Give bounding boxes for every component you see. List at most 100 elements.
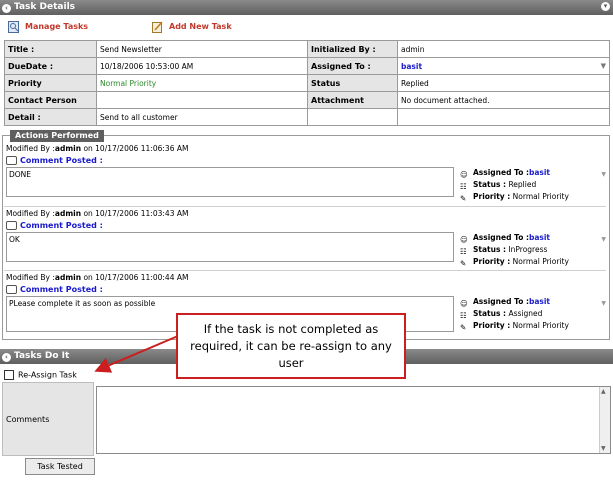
scrollbar[interactable]: ▲ ▼	[599, 387, 610, 453]
assigned-line: ☺ Assigned To :basit	[460, 167, 608, 179]
assigned-label: Assigned To :	[473, 297, 529, 306]
comment-posted-label: Comment Posted :	[6, 156, 103, 165]
reassign-task-label: Re-Assign Task	[18, 370, 77, 380]
status-label: Status :	[473, 245, 507, 254]
add-task-icon	[152, 21, 163, 33]
modified-by-line: Modified By :admin on 10/17/2006 11:06:3…	[6, 144, 188, 153]
comment-posted-label: Comment Posted :	[6, 221, 103, 230]
priority-line: ✎ Priority : Normal Priority	[460, 320, 608, 332]
divider	[4, 206, 606, 207]
toolbar: Manage Tasks Add New Task	[0, 18, 613, 38]
task-details-table: Title : Send Newsletter Initialized By :…	[4, 40, 610, 126]
status-value: Replied	[508, 180, 537, 189]
modified-by-label: Modified By :	[6, 273, 55, 282]
table-row: DueDate : 10/18/2006 10:53:00 AM Assigne…	[4, 57, 610, 75]
initialized-by-value: admin	[397, 40, 610, 58]
scroll-up-icon[interactable]: ▲	[601, 388, 606, 395]
manage-tasks-button[interactable]: Manage Tasks	[8, 20, 88, 34]
modified-by-label: Modified By :	[6, 144, 55, 153]
comment-icon	[6, 156, 17, 165]
assigned-line: ☺ Assigned To :basit	[460, 296, 608, 308]
scroll-arrow-icon[interactable]: ▼	[601, 300, 606, 307]
assigned-to-value[interactable]: basit	[401, 62, 422, 71]
priority-icon: ✎	[460, 193, 467, 203]
duedate-label: DueDate :	[4, 57, 97, 75]
duedate-value: 10/18/2006 10:53:00 AM	[96, 57, 308, 75]
comment-icon	[6, 221, 17, 230]
comment-box: DONE	[6, 167, 454, 197]
priority-line: ✎ Priority : Normal Priority	[460, 191, 608, 203]
task-tested-button[interactable]: Task Tested	[25, 458, 95, 475]
status-value: Assigned	[508, 309, 543, 318]
priority-label: Priority :	[473, 192, 511, 201]
reassign-task-checkbox-row[interactable]: Re-Assign Task	[4, 370, 77, 380]
status-line: ☷ Status : InProgress	[460, 244, 608, 256]
scroll-arrow-icon[interactable]: ▼	[601, 171, 606, 178]
close-icon[interactable]: ▾	[601, 2, 610, 11]
priority-label: Priority	[4, 74, 97, 92]
priority-line: ✎ Priority : Normal Priority	[460, 256, 608, 268]
chevron-down-icon[interactable]: ▼	[601, 62, 606, 70]
comment-posted-text: Comment Posted :	[20, 285, 103, 294]
modified-by-label: Modified By :	[6, 209, 55, 218]
manage-tasks-icon	[8, 20, 19, 33]
status-label: Status	[307, 74, 398, 92]
comment-posted-text: Comment Posted :	[20, 221, 103, 230]
assigned-value: basit	[528, 233, 551, 242]
priority-value: Normal Priority	[512, 257, 569, 266]
table-row: Title : Send Newsletter Initialized By :…	[4, 40, 610, 58]
collapse-icon[interactable]: ‹	[2, 353, 11, 362]
bottom-strip	[0, 478, 613, 490]
assigned-label: Assigned To :	[473, 233, 529, 242]
reassign-task-checkbox[interactable]	[4, 370, 14, 380]
comment-posted-label: Comment Posted :	[6, 285, 103, 294]
user-icon: ☺	[460, 234, 468, 244]
empty-cell	[397, 108, 610, 126]
tasks-do-it-title: Tasks Do It	[14, 351, 70, 361]
priority-icon: ✎	[460, 258, 467, 268]
modified-on: on 10/17/2006 11:00:44 AM	[83, 273, 189, 282]
assigned-label: Assigned To :	[473, 168, 529, 177]
scroll-arrow-icon[interactable]: ▼	[601, 236, 606, 243]
collapse-icon[interactable]: ‹	[2, 4, 11, 13]
status-icon: ☷	[460, 310, 467, 320]
status-label: Status :	[473, 180, 507, 189]
scroll-down-icon[interactable]: ▼	[601, 445, 606, 452]
modified-by-user: admin	[54, 144, 82, 153]
title-value: Send Newsletter	[96, 40, 308, 58]
task-details-title: Task Details	[14, 2, 76, 12]
modified-by-user: admin	[54, 209, 82, 218]
modified-by-line: Modified By :admin on 10/17/2006 11:03:4…	[6, 209, 188, 218]
assigned-line: ☺ Assigned To :basit	[460, 232, 608, 244]
table-row: Contact Person Attachment No document at…	[4, 91, 610, 109]
priority-label: Priority :	[473, 321, 511, 330]
actions-performed-legend: Actions Performed	[10, 130, 104, 142]
modified-by-user: admin	[54, 273, 82, 282]
status-line: ☷ Status : Assigned	[460, 308, 608, 320]
user-icon: ☺	[460, 298, 468, 308]
assigned-to-label: Assigned To :	[307, 57, 398, 75]
user-icon: ☺	[460, 169, 468, 179]
comments-textarea[interactable]: ▲ ▼	[96, 386, 611, 454]
annotation-callout: If the task is not completed as required…	[176, 313, 406, 379]
priority-value: Normal Priority	[96, 74, 308, 92]
assigned-value: basit	[528, 297, 551, 306]
action-meta: ☺ Assigned To :basit ☷ Status : InProgress…	[460, 232, 608, 268]
status-line: ☷ Status : Replied	[460, 179, 608, 191]
assigned-value: basit	[528, 168, 551, 177]
status-icon: ☷	[460, 181, 467, 191]
status-value: InProgress	[508, 245, 548, 254]
priority-icon: ✎	[460, 322, 467, 332]
task-details-titlebar: ‹ Task Details ▾	[0, 0, 613, 15]
add-new-task-button[interactable]: Add New Task	[152, 20, 232, 34]
contact-person-label: Contact Person	[4, 91, 97, 109]
title-label: Title :	[4, 40, 97, 58]
priority-label: Priority :	[473, 257, 511, 266]
assigned-to-cell[interactable]: basit ▼	[397, 57, 610, 75]
action-meta: ☺ Assigned To :basit ☷ Status : Assigned ✎…	[460, 296, 608, 332]
manage-tasks-label: Manage Tasks	[25, 22, 89, 31]
modified-by-line: Modified By :admin on 10/17/2006 11:00:4…	[6, 273, 188, 282]
status-label: Status :	[473, 309, 507, 318]
modified-on: on 10/17/2006 11:03:43 AM	[83, 209, 189, 218]
table-row: Detail : Send to all customer	[4, 108, 610, 126]
